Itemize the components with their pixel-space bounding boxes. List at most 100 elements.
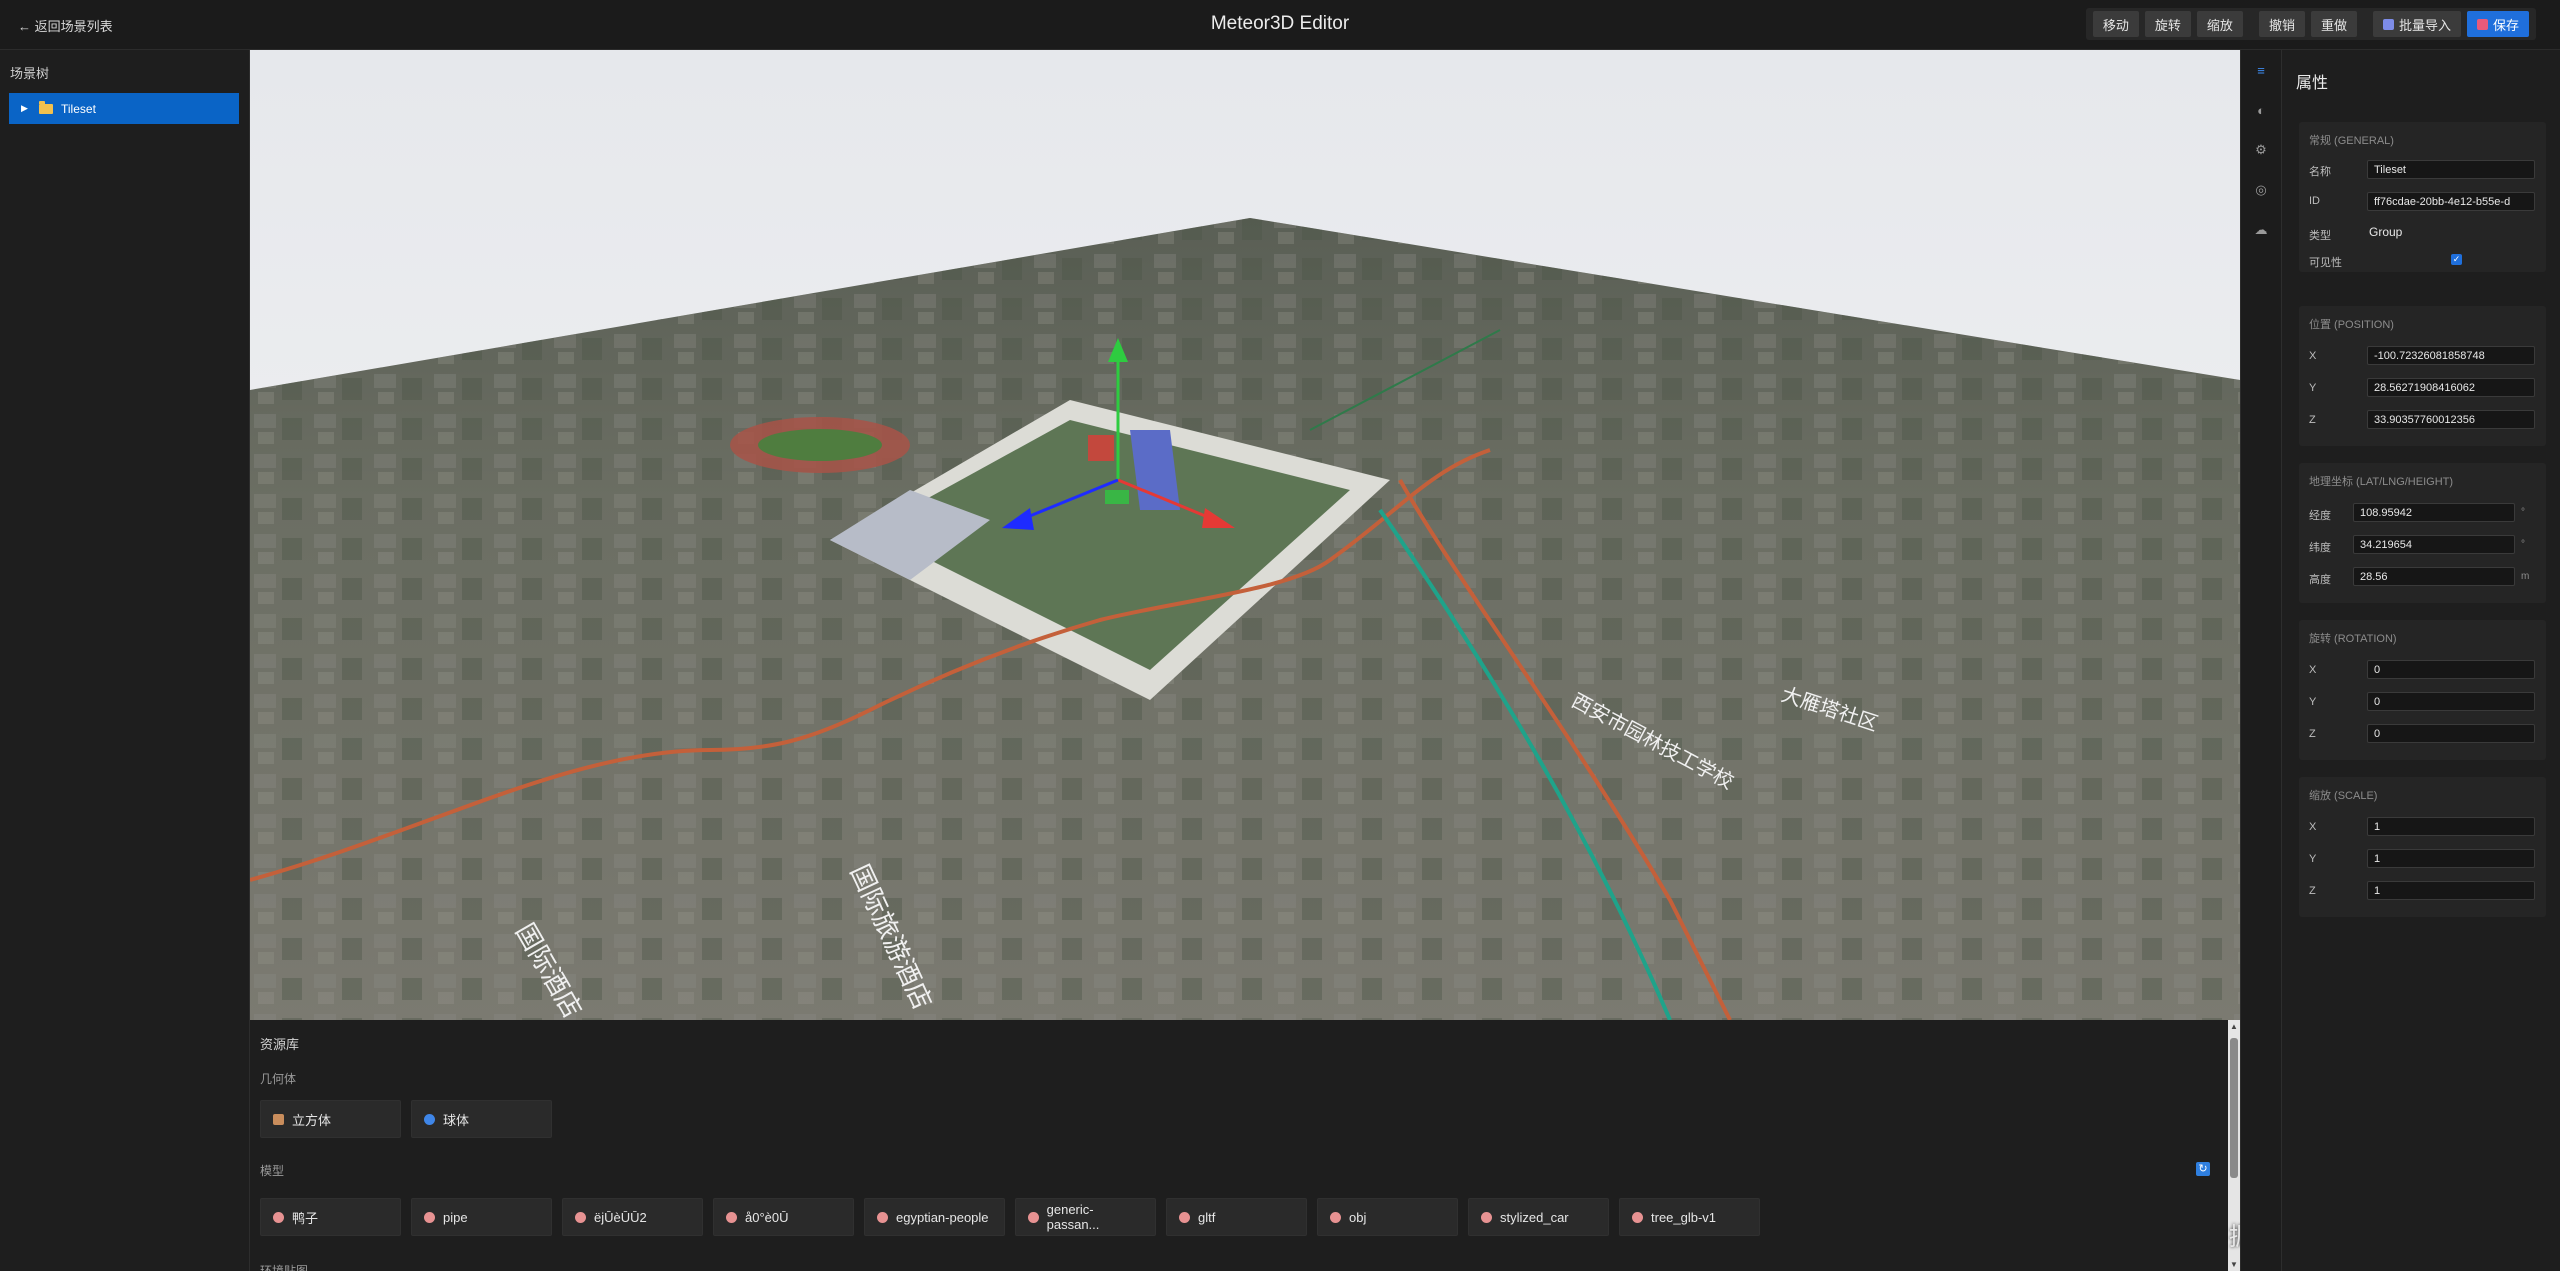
asset-model[interactable]: egyptian-people xyxy=(864,1198,1005,1236)
asset-cube[interactable]: 立方体 xyxy=(260,1100,401,1138)
scale-z-label: Z xyxy=(2309,885,2316,897)
asset-model[interactable]: obj xyxy=(1317,1198,1458,1236)
save-icon xyxy=(2476,18,2488,30)
gizmo-plane-xy[interactable] xyxy=(1088,435,1114,461)
asset-label: stylized_car xyxy=(1500,1209,1569,1225)
position-z-field[interactable]: 33.90357760012356 xyxy=(2367,410,2535,429)
scale-button[interactable]: 缩放 xyxy=(2196,11,2243,37)
3d-viewport[interactable]: 西安市园林技工学校 大雁塔社区 国际酒店 国际旅游酒店 xyxy=(250,50,2240,1020)
import-icon xyxy=(2382,18,2394,30)
asset-model[interactable]: tree_glb-v1 xyxy=(1619,1198,1760,1236)
asset-label: pipe xyxy=(443,1209,468,1225)
name-label: 名称 xyxy=(2309,166,2331,178)
asset-model[interactable]: pipe xyxy=(411,1198,552,1236)
tree-item-tileset[interactable]: ▶ Tileset xyxy=(9,93,239,124)
scroll-up-icon[interactable]: ▲ xyxy=(2228,1022,2240,1031)
undo-button[interactable]: 撤销 xyxy=(2258,11,2305,37)
gizmo-plane-xz[interactable] xyxy=(1105,490,1129,504)
asset-label: generic-passan... xyxy=(1046,1202,1100,1232)
redo-button[interactable]: 重做 xyxy=(2310,11,2357,37)
cube-icon xyxy=(273,1113,284,1125)
sports-field xyxy=(758,429,882,461)
lng-field[interactable]: 108.95942 xyxy=(2353,503,2515,522)
asset-library-title: 资源库 xyxy=(260,1037,300,1052)
scale-y-field[interactable]: 1 xyxy=(2367,849,2535,868)
position-x-field[interactable]: -100.72326081858748 xyxy=(2367,346,2535,365)
lng-label: 经度 xyxy=(2309,510,2331,522)
palette-icon[interactable]: ◐ xyxy=(2241,90,2281,130)
cloud-icon[interactable]: ☁ xyxy=(2241,210,2281,250)
general-title: 常规 (GENERAL) xyxy=(2309,135,2394,147)
scrollbar-thumb[interactable] xyxy=(2230,1038,2238,1178)
name-field[interactable]: Tileset xyxy=(2367,160,2535,179)
batch-import-button[interactable]: 批量导入 xyxy=(2372,11,2461,37)
viewport-scene[interactable]: 西安市园林技工学校 大雁塔社区 国际酒店 国际旅游酒店 xyxy=(250,50,2240,1020)
asset-sphere[interactable]: 球体 xyxy=(411,1100,552,1138)
rotation-card: 旋转 (ROTATION) X 0 Y 0 Z 0 xyxy=(2299,620,2546,760)
palette-icon xyxy=(1481,1211,1492,1223)
palette-icon xyxy=(877,1211,888,1223)
asset-model[interactable]: 鸭子 xyxy=(260,1198,401,1236)
type-value: Group xyxy=(2369,225,2403,239)
globe-icon[interactable]: ◎ xyxy=(2241,170,2281,210)
refresh-icon[interactable]: ↻ xyxy=(2196,1162,2210,1176)
scale-z-field[interactable]: 1 xyxy=(2367,881,2535,900)
rotation-y-field[interactable]: 0 xyxy=(2367,692,2535,711)
lat-unit: ° xyxy=(2521,539,2525,550)
list-icon[interactable]: ≡ xyxy=(2241,50,2283,90)
sphere-icon xyxy=(424,1113,435,1125)
position-y-field[interactable]: 28.56271908416062 xyxy=(2367,378,2535,397)
scroll-down-icon[interactable]: ▼ xyxy=(2228,1260,2240,1269)
scale-x-label: X xyxy=(2309,821,2317,833)
rotation-z-label: Z xyxy=(2309,728,2316,740)
asset-model[interactable]: generic-passan... xyxy=(1015,1198,1156,1236)
batch-import-label: 批量导入 xyxy=(2398,17,2451,33)
asset-scrollbar[interactable]: ▲ ▼ xyxy=(2228,1020,2240,1271)
gear-icon[interactable]: ⚙ xyxy=(2241,130,2281,170)
move-button[interactable]: 移动 xyxy=(2092,11,2139,37)
position-card: 位置 (POSITION) X -100.72326081858748 Y 28… xyxy=(2299,306,2546,446)
visible-checkbox[interactable]: ✓ xyxy=(2451,254,2462,265)
asset-model[interactable]: å0°è0Ū xyxy=(713,1198,854,1236)
asset-library: 资源库 几何体 立方体 球体 模型 ↻ 鸭子 pipe ëjŪèŪŪ2 å0°è… xyxy=(250,1020,2240,1271)
rotate-button[interactable]: 旋转 xyxy=(2144,11,2191,37)
asset-model[interactable]: gltf xyxy=(1166,1198,1307,1236)
height-label: 高度 xyxy=(2309,574,2331,586)
save-label: 保存 xyxy=(2492,17,2519,33)
save-button[interactable]: 保存 xyxy=(2466,11,2529,37)
geo-title: 地理坐标 (LAT/LNG/HEIGHT) xyxy=(2309,476,2454,488)
asset-label: 鸭子 xyxy=(292,1210,319,1226)
properties-title: 属性 xyxy=(2296,75,2329,92)
rotation-x-field[interactable]: 0 xyxy=(2367,660,2535,679)
palette-icon xyxy=(424,1211,435,1223)
asset-model[interactable]: stylized_car xyxy=(1468,1198,1609,1236)
model-section-label: 模型 xyxy=(260,1164,285,1178)
toolbar: 移动 旋转 缩放 撤销 重做 批量导入 保存 xyxy=(2085,8,2536,40)
asset-label: gltf xyxy=(1198,1209,1216,1225)
rotation-title: 旋转 (ROTATION) xyxy=(2309,633,2397,645)
rotation-z-field[interactable]: 0 xyxy=(2367,724,2535,743)
tree-item-label: Tileset xyxy=(61,101,96,116)
rotation-y-label: Y xyxy=(2309,696,2317,708)
palette-icon xyxy=(575,1211,586,1223)
visible-label: 可见性 xyxy=(2309,257,2342,269)
scene-tree-panel: 场景树 ▶ Tileset xyxy=(0,50,250,1271)
expand-caret-icon[interactable]: ▶ xyxy=(21,103,31,114)
geo-card: 地理坐标 (LAT/LNG/HEIGHT) 经度 108.95942 ° 纬度 … xyxy=(2299,463,2546,603)
palette-icon xyxy=(1632,1211,1643,1223)
palette-icon xyxy=(1028,1211,1039,1223)
id-field[interactable]: ff76cdae-20bb-4e12-b55e-d xyxy=(2367,192,2535,211)
asset-model[interactable]: ëjŪèŪŪ2 xyxy=(562,1198,703,1236)
lat-field[interactable]: 34.219654 xyxy=(2353,535,2515,554)
scale-x-field[interactable]: 1 xyxy=(2367,817,2535,836)
asset-label: egyptian-people xyxy=(896,1209,989,1225)
id-label: ID xyxy=(2309,195,2320,207)
back-to-scene-list-link[interactable]: ← 返回场景列表 xyxy=(18,16,113,35)
scale-title: 缩放 (SCALE) xyxy=(2309,790,2378,802)
height-field[interactable]: 28.56 xyxy=(2353,567,2515,586)
model-row: 鸭子 pipe ëjŪèŪŪ2 å0°è0Ū egyptian-people g… xyxy=(260,1198,1760,1236)
scale-card: 缩放 (SCALE) X 1 Y 1 Z 1 xyxy=(2299,777,2546,917)
panel-icon-strip: ≡ ◐ ⚙ ◎ ☁ xyxy=(2240,50,2283,1271)
asset-label: tree_glb-v1 xyxy=(1651,1209,1717,1225)
palette-icon xyxy=(726,1211,737,1223)
